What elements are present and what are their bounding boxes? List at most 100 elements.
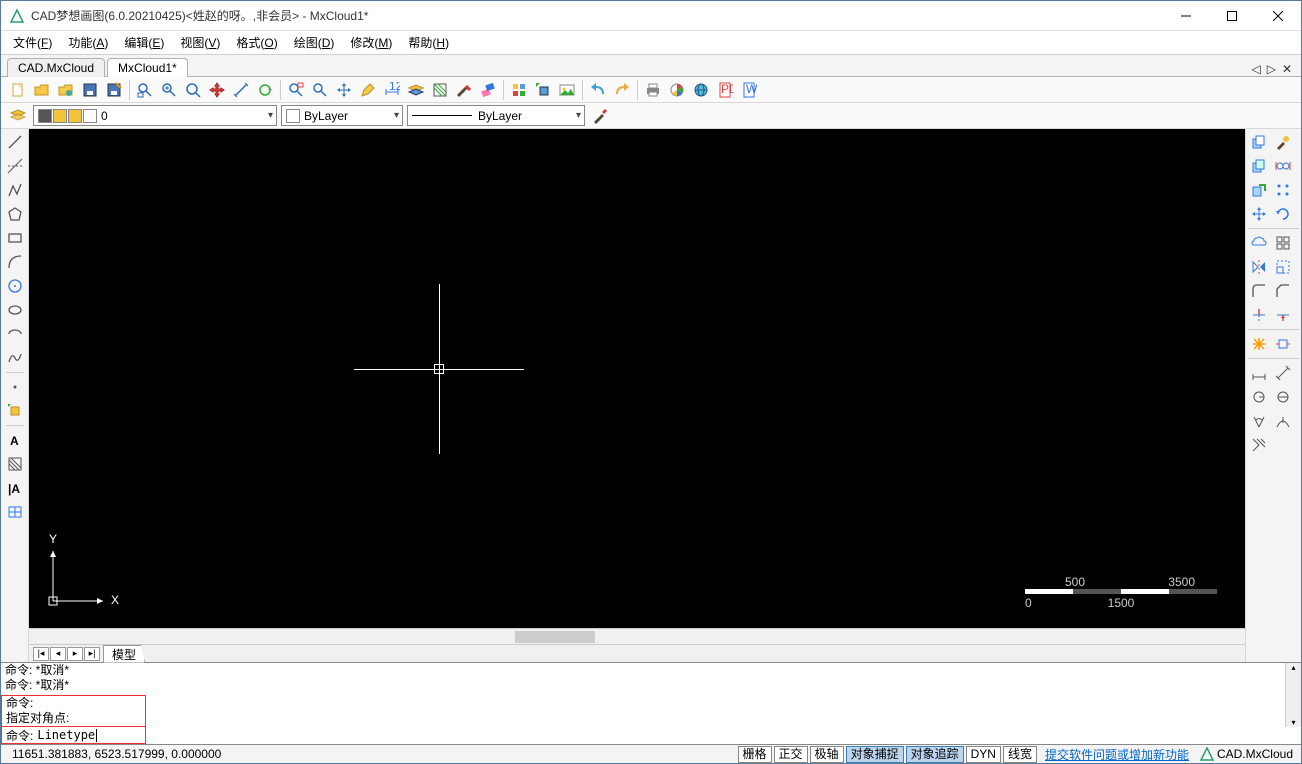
tab-scroll-right[interactable]: ▷: [1264, 62, 1279, 76]
feedback-link[interactable]: 提交软件问题或增加新功能: [1038, 746, 1196, 763]
hatch-button[interactable]: [429, 79, 451, 101]
command-input[interactable]: Linetype: [37, 728, 95, 742]
save-as-button[interactable]: [103, 79, 125, 101]
menu-f[interactable]: 文件(F): [7, 31, 58, 54]
table-button[interactable]: [4, 501, 26, 523]
command-scroll[interactable]: ▴▾: [1285, 663, 1301, 727]
match-properties-button[interactable]: [589, 105, 611, 127]
menu-a[interactable]: 功能(A): [62, 31, 114, 54]
menu-v[interactable]: 视图(V): [174, 31, 226, 54]
import-button[interactable]: [55, 79, 77, 101]
status-toggle-栅格[interactable]: 栅格: [738, 746, 772, 763]
mirror-button[interactable]: [1248, 256, 1270, 278]
arc-dim-button[interactable]: [1272, 410, 1294, 432]
undo-button[interactable]: [587, 79, 609, 101]
print-button[interactable]: [642, 79, 664, 101]
status-toggle-对象追踪[interactable]: 对象追踪: [906, 746, 964, 763]
ellipse-button[interactable]: [4, 299, 26, 321]
layer-combo[interactable]: 0: [33, 105, 277, 126]
horizontal-scrollbar[interactable]: [29, 628, 1245, 644]
doc-tab[interactable]: CAD.MxCloud: [7, 58, 105, 77]
insert-button[interactable]: [4, 400, 26, 422]
tab-model[interactable]: 模型: [103, 645, 145, 663]
linetype-combo[interactable]: ByLayer: [407, 105, 585, 126]
cloud-button[interactable]: [1248, 232, 1270, 254]
pdf-button[interactable]: PDF: [714, 79, 736, 101]
image-button[interactable]: [556, 79, 578, 101]
word-button[interactable]: W: [738, 79, 760, 101]
status-toggle-对象捕捉[interactable]: 对象捕捉: [846, 746, 904, 763]
match-button[interactable]: [453, 79, 475, 101]
zoom-out-button[interactable]: [182, 79, 204, 101]
menu-m[interactable]: 修改(M): [344, 31, 398, 54]
menu-e[interactable]: 编辑(E): [118, 31, 170, 54]
tab-scroll-left[interactable]: ◁: [1248, 62, 1263, 76]
menu-h[interactable]: 帮助(H): [402, 31, 455, 54]
paint-button[interactable]: [1272, 131, 1294, 153]
layer-manager-button[interactable]: [7, 105, 29, 127]
fillet-button[interactable]: [1248, 280, 1270, 302]
ellipse-arc-button[interactable]: [4, 323, 26, 345]
zoom-extents-button[interactable]: [285, 79, 307, 101]
status-toggle-DYN[interactable]: DYN: [966, 746, 1001, 763]
arc-button[interactable]: [4, 251, 26, 273]
line-button[interactable]: [4, 131, 26, 153]
spline-button[interactable]: [4, 347, 26, 369]
zoom-realtime-button[interactable]: [309, 79, 331, 101]
regen-button[interactable]: [254, 79, 276, 101]
scale-button[interactable]: [1272, 256, 1294, 278]
rectangle-button[interactable]: [4, 227, 26, 249]
copy3-button[interactable]: [1248, 179, 1270, 201]
trim-button[interactable]: [1248, 304, 1270, 326]
stretch-button[interactable]: [1272, 333, 1294, 355]
extend-button[interactable]: [1272, 304, 1294, 326]
pline-button[interactable]: [4, 179, 26, 201]
status-toggle-线宽[interactable]: 线宽: [1003, 746, 1037, 763]
layout-next-button[interactable]: ▸: [67, 647, 83, 661]
color-combo[interactable]: ByLayer: [281, 105, 403, 126]
polygon-button[interactable]: [4, 203, 26, 225]
globe-button[interactable]: [690, 79, 712, 101]
hatch-tool-button[interactable]: [4, 453, 26, 475]
hatch-r-button[interactable]: [1248, 434, 1270, 456]
move-button[interactable]: [1248, 203, 1270, 225]
save-button[interactable]: [79, 79, 101, 101]
move-view-button[interactable]: [333, 79, 355, 101]
erase-button[interactable]: [477, 79, 499, 101]
text-single-button[interactable]: A: [4, 429, 26, 451]
chamfer-button[interactable]: [1272, 280, 1294, 302]
menu-d[interactable]: 绘图(D): [288, 31, 341, 54]
layout-prev-button[interactable]: ◂: [50, 647, 66, 661]
minimize-button[interactable]: [1163, 1, 1209, 31]
layers-button[interactable]: [405, 79, 427, 101]
pencil-button[interactable]: [357, 79, 379, 101]
distance-button[interactable]: [230, 79, 252, 101]
point-button[interactable]: [4, 376, 26, 398]
dim2-button[interactable]: [1272, 362, 1294, 384]
explode-button[interactable]: [1248, 333, 1270, 355]
block-button[interactable]: [508, 79, 530, 101]
redo-button[interactable]: [611, 79, 633, 101]
layout-last-button[interactable]: ▸|: [84, 647, 100, 661]
grid4-button[interactable]: [1272, 232, 1294, 254]
xline-button[interactable]: [4, 155, 26, 177]
zoom-window-button[interactable]: [134, 79, 156, 101]
dim1-button[interactable]: [1248, 362, 1270, 384]
color-wheel-button[interactable]: [666, 79, 688, 101]
close-button[interactable]: [1255, 1, 1301, 31]
status-toggle-正交[interactable]: 正交: [774, 746, 808, 763]
copy-button[interactable]: [1248, 131, 1270, 153]
zoom-in-button[interactable]: [158, 79, 180, 101]
doc-tab[interactable]: MxCloud1*: [107, 58, 188, 77]
dim5-button[interactable]: [1248, 410, 1270, 432]
drawing-canvas[interactable]: X Y 500 3500 0: [29, 129, 1245, 628]
array-button[interactable]: [1272, 179, 1294, 201]
dim3-button[interactable]: [1248, 386, 1270, 408]
status-toggle-极轴[interactable]: 极轴: [810, 746, 844, 763]
rotate-button[interactable]: [1272, 203, 1294, 225]
dim4-button[interactable]: [1272, 386, 1294, 408]
maximize-button[interactable]: [1209, 1, 1255, 31]
text-multi-button[interactable]: |A: [4, 477, 26, 499]
insert-block-button[interactable]: [532, 79, 554, 101]
circle-button[interactable]: [4, 275, 26, 297]
